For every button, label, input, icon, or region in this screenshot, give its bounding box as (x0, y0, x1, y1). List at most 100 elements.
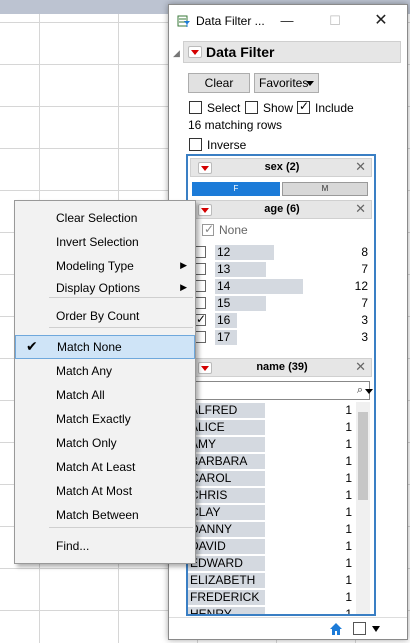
name-row[interactable]: FREDERICK 1 (188, 589, 354, 606)
age-filter-header[interactable]: age (6) ✕ (190, 200, 372, 219)
name-row[interactable]: DANNY 1 (188, 521, 354, 538)
clear-button[interactable]: Clear (188, 73, 250, 93)
menu-item-label: Match All (56, 388, 105, 402)
sex-bar-f[interactable]: F (192, 182, 280, 196)
matching-rows-text: 16 matching rows (188, 118, 283, 132)
menu-item-invert-selection[interactable]: Invert Selection (15, 231, 195, 255)
menu-item-order-by-count[interactable]: Order By Count (15, 305, 195, 329)
menu-item-match-all[interactable]: Match All (15, 384, 195, 408)
window-title: Data Filter ... (196, 14, 265, 28)
name-row[interactable]: ALICE 1 (188, 419, 354, 436)
age-row[interactable]: 17 3 (194, 329, 372, 346)
include-checkbox[interactable] (297, 99, 310, 114)
age-value: 13 (217, 262, 231, 276)
menu-item-label: Order By Count (56, 309, 140, 323)
menu-item-match-only[interactable]: Match Only (15, 432, 195, 456)
minimize-button[interactable]: — (265, 7, 309, 35)
menu-item-match-exactly[interactable]: Match Exactly (15, 408, 195, 432)
age-count: 7 (361, 262, 368, 276)
search-options-chevron-icon[interactable] (364, 381, 374, 400)
menu-item-clear-selection[interactable]: Clear Selection (15, 207, 195, 231)
name-row[interactable]: CLAY 1 (188, 504, 354, 521)
name-count: 1 (345, 420, 352, 434)
name-filter-title: name (39) (256, 361, 308, 373)
favorites-dropdown[interactable]: Favorites (254, 73, 319, 93)
show-checkbox[interactable] (245, 101, 258, 114)
filter-content: ◢ Data Filter Clear Favorites Select Sho… (169, 37, 407, 617)
name-list-scrollbar[interactable] (356, 402, 370, 614)
window-options-box[interactable] (353, 622, 366, 635)
name-filter-header[interactable]: name (39) ✕ (190, 358, 372, 377)
name-count: 1 (345, 539, 352, 553)
name-count: 1 (345, 590, 352, 604)
name-row[interactable]: EDWARD 1 (188, 555, 354, 572)
menu-separator (49, 527, 193, 528)
name-row[interactable]: CHRIS 1 (188, 487, 354, 504)
name-count: 1 (345, 403, 352, 417)
name-row[interactable]: BARBARA 1 (188, 453, 354, 470)
submenu-arrow-icon: ▶ (180, 282, 187, 292)
check-icon: ✔ (26, 338, 38, 354)
maximize-button[interactable]: ☐ (313, 7, 357, 35)
collapse-triangle-icon[interactable]: ◢ (173, 48, 180, 59)
close-icon[interactable]: ✕ (355, 159, 366, 175)
inverse-checkbox[interactable] (189, 138, 202, 151)
age-count: 3 (361, 330, 368, 344)
menu-separator (49, 297, 193, 298)
menu-item-label: Match Any (56, 364, 113, 378)
inverse-label: Inverse (207, 138, 247, 152)
sex-filter-title: sex (2) (264, 161, 300, 173)
menu-item-match-none[interactable]: ✔ Match None (15, 335, 195, 359)
home-icon[interactable] (329, 622, 343, 636)
age-count: 7 (361, 296, 368, 310)
data-filter-outline-header[interactable]: Data Filter (183, 41, 401, 63)
menu-item-label: Match At Least (56, 460, 136, 474)
sex-filter-header[interactable]: sex (2) ✕ (190, 158, 372, 177)
select-checkbox[interactable] (189, 101, 202, 114)
menu-item-label: Find... (56, 539, 90, 553)
name-value: ELIZABETH (190, 573, 256, 587)
name-row[interactable]: ELIZABETH 1 (188, 572, 354, 589)
age-row[interactable]: 12 8 (194, 244, 372, 261)
menu-item-find[interactable]: Find... (15, 535, 195, 559)
name-value: ALFRED (190, 403, 238, 417)
name-count: 1 (345, 454, 352, 468)
age-none-checkbox[interactable] (202, 222, 214, 236)
name-value: EDWARD (190, 556, 243, 570)
close-button[interactable]: ✕ (359, 7, 403, 35)
name-search-input[interactable]: ⌕ (190, 381, 370, 400)
chevron-down-icon[interactable] (371, 624, 381, 634)
menu-item-match-between[interactable]: Match Between (15, 504, 195, 528)
age-count: 12 (354, 279, 368, 293)
age-filter-title: age (6) (264, 203, 300, 215)
name-row[interactable]: HENRY 1 (188, 606, 354, 614)
menu-item-match-at-most[interactable]: Match At Most (15, 480, 195, 504)
menu-item-label: Invert Selection (56, 235, 139, 249)
name-count: 1 (345, 437, 352, 451)
age-row[interactable]: 14 12 (194, 278, 372, 295)
red-triangle-menu-icon[interactable] (188, 46, 202, 58)
age-value: 12 (217, 245, 231, 259)
context-menu: Clear Selection Invert Selection Modeling … (14, 200, 196, 564)
menu-item-label: Match Only (56, 436, 117, 450)
age-row[interactable]: 13 7 (194, 261, 372, 278)
title-bar[interactable]: Data Filter ... — ☐ ✕ (169, 5, 407, 37)
panel-title: Data Filter (206, 44, 275, 60)
name-row[interactable]: DAVID 1 (188, 538, 354, 555)
age-value: 17 (217, 330, 231, 344)
menu-item-match-any[interactable]: Match Any (15, 360, 195, 384)
name-row[interactable]: AMY 1 (188, 436, 354, 453)
close-icon[interactable]: ✕ (355, 201, 366, 217)
filter-list: sex (2) ✕ F M age (6) ✕ None 12813714121… (186, 154, 376, 616)
sex-bar-m[interactable]: M (282, 182, 368, 196)
name-row[interactable]: CAROL 1 (188, 470, 354, 487)
age-row[interactable]: 15 7 (194, 295, 372, 312)
age-row[interactable]: 16 3 (194, 312, 372, 329)
menu-item-modeling-type[interactable]: Modeling Type ▶ (15, 255, 195, 279)
menu-item-label: Match Between (56, 508, 139, 522)
menu-item-label: Display Options (56, 281, 141, 295)
close-icon[interactable]: ✕ (355, 359, 366, 375)
name-row[interactable]: ALFRED 1 (188, 402, 354, 419)
scrollbar-thumb[interactable] (358, 412, 368, 500)
menu-item-match-at-least[interactable]: Match At Least (15, 456, 195, 480)
